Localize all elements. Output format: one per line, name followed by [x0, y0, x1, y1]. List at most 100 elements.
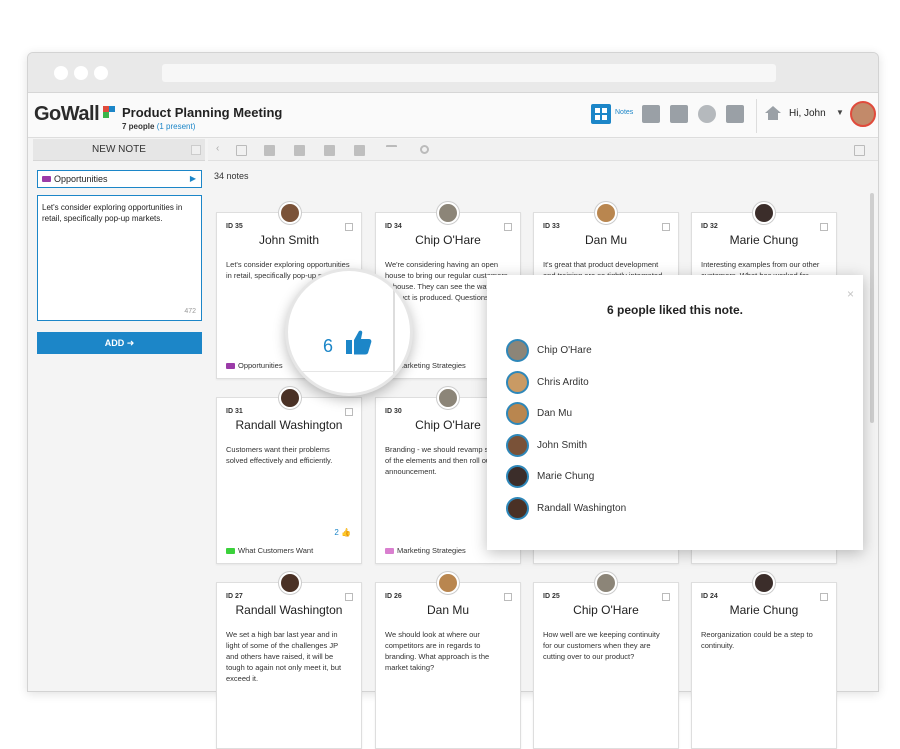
note-category: Marketing Strategies	[385, 546, 466, 555]
note-checkbox[interactable]	[662, 593, 670, 601]
note-checkbox[interactable]	[345, 223, 353, 231]
avatar	[279, 387, 301, 409]
avatar[interactable]	[850, 101, 876, 127]
note-id: ID 32	[701, 223, 718, 230]
liker-name: Chris Ardito	[537, 377, 589, 388]
filter-icon[interactable]	[386, 145, 397, 151]
avatar	[506, 402, 529, 425]
note-author: Chip O'Hare	[415, 233, 481, 247]
present-link[interactable]: (1 present)	[157, 122, 196, 131]
note-card[interactable]: ID 24 Marie Chung Reorganization could b…	[691, 582, 837, 749]
category-swatch	[385, 548, 394, 554]
note-id: ID 33	[543, 223, 560, 230]
new-note-panel: NEW NOTE Opportunities ▶ Let's consider …	[33, 139, 205, 691]
address-bar[interactable]	[162, 64, 776, 82]
home-icon[interactable]	[764, 105, 782, 121]
avatar	[506, 371, 529, 394]
notes-view-label[interactable]: Notes	[615, 109, 633, 116]
note-category: Opportunities	[226, 361, 283, 370]
print-icon[interactable]	[726, 105, 744, 123]
select-all-icon[interactable]	[236, 145, 247, 156]
magnified-card-edge	[393, 271, 395, 393]
user-greeting[interactable]: Hi, John	[789, 108, 826, 119]
liker-name: John Smith	[537, 440, 588, 451]
note-card[interactable]: ID 26 Dan Mu We should look at where our…	[375, 582, 521, 749]
likes-count: 2	[334, 528, 339, 537]
note-author: Dan Mu	[584, 233, 628, 247]
liker-name: Chip O'Hare	[537, 345, 592, 356]
note-id: ID 34	[385, 223, 402, 230]
liker-name: Marie Chung	[537, 471, 595, 482]
present-icon[interactable]	[854, 145, 865, 156]
people-icon[interactable]	[698, 105, 716, 123]
note-checkbox[interactable]	[820, 223, 828, 231]
gowall-logo[interactable]: GoWall	[34, 103, 100, 126]
meeting-title: Product Planning Meeting	[122, 105, 283, 120]
category-swatch	[42, 176, 51, 182]
notes-view-icon[interactable]	[591, 104, 611, 124]
note-card[interactable]: ID 25 Chip O'Hare How well are we keepin…	[533, 582, 679, 749]
trash-icon[interactable]	[264, 145, 275, 156]
logo-mark-icon	[109, 106, 115, 112]
window-dot[interactable]	[74, 66, 88, 80]
note-checkbox[interactable]	[820, 593, 828, 601]
note-checkbox[interactable]	[345, 593, 353, 601]
chevron-down-icon[interactable]: ▼	[836, 108, 844, 117]
note-text: Reorganization could be a step to contin…	[701, 630, 813, 650]
chevron-right-icon: ▶	[189, 174, 196, 183]
avatar	[437, 572, 459, 594]
back-icon[interactable]: ‹	[216, 143, 227, 154]
window-dot[interactable]	[54, 66, 68, 80]
note-card[interactable]: ID 31 Randall Washington Customers want …	[216, 397, 362, 564]
note-text-input[interactable]: Let's consider exploring opportunities i…	[37, 195, 202, 321]
board-view-icon[interactable]	[642, 105, 660, 123]
add-note-button[interactable]: ADD ➜	[37, 332, 202, 354]
note-id: ID 26	[385, 593, 402, 600]
close-icon[interactable]: ×	[847, 287, 854, 301]
note-checkbox[interactable]	[662, 223, 670, 231]
sort-icon[interactable]	[354, 145, 365, 156]
note-text: How well are we keeping continuity for o…	[543, 630, 660, 661]
board-scrollbar[interactable]	[870, 193, 874, 423]
note-checkbox[interactable]	[504, 593, 512, 601]
category-label: What Customers Want	[238, 546, 314, 555]
avatar	[753, 572, 775, 594]
char-counter: 472	[184, 308, 196, 315]
merge-icon[interactable]	[294, 145, 305, 156]
search-icon[interactable]	[420, 145, 429, 154]
note-author: John Smith	[258, 233, 320, 247]
avatar	[279, 202, 301, 224]
avatar	[506, 465, 529, 488]
note-likes[interactable]: 2 👍	[334, 528, 351, 537]
note-card[interactable]: ID 27 Randall Washington We set a high b…	[216, 582, 362, 749]
category-label: Opportunities	[238, 361, 283, 370]
note-author: Chip O'Hare	[573, 603, 639, 617]
window-dot[interactable]	[94, 66, 108, 80]
avatar	[595, 202, 617, 224]
avatar	[506, 339, 529, 362]
thumbs-up-icon: 👍	[341, 528, 351, 537]
magnified-card-divider	[288, 371, 410, 372]
note-text: Customers want their problems solved eff…	[226, 445, 333, 465]
header-divider	[756, 99, 757, 133]
note-checkbox[interactable]	[504, 223, 512, 231]
avatar	[437, 387, 459, 409]
category-select[interactable]: Opportunities ▶	[37, 170, 202, 188]
app-header: GoWall Product Planning Meeting 7 people…	[28, 93, 878, 138]
note-text: We set a high bar last year and in light…	[226, 630, 342, 683]
note-id: ID 30	[385, 408, 402, 415]
note-checkbox[interactable]	[345, 408, 353, 416]
new-note-header: NEW NOTE	[33, 139, 205, 161]
category-label: Opportunities	[54, 174, 108, 184]
meeting-people: 7 people (1 present)	[122, 122, 195, 131]
avatar	[506, 434, 529, 457]
people-count: 7 people	[122, 122, 155, 131]
collapse-icon[interactable]	[191, 145, 201, 155]
category-swatch	[226, 363, 235, 369]
grid-icon[interactable]	[324, 145, 335, 156]
note-author: Randall Washington	[235, 603, 343, 617]
note-id: ID 25	[543, 593, 560, 600]
thumbs-up-icon[interactable]	[344, 328, 372, 356]
note-author: Randall Washington	[235, 418, 343, 432]
list-view-icon[interactable]	[670, 105, 688, 123]
